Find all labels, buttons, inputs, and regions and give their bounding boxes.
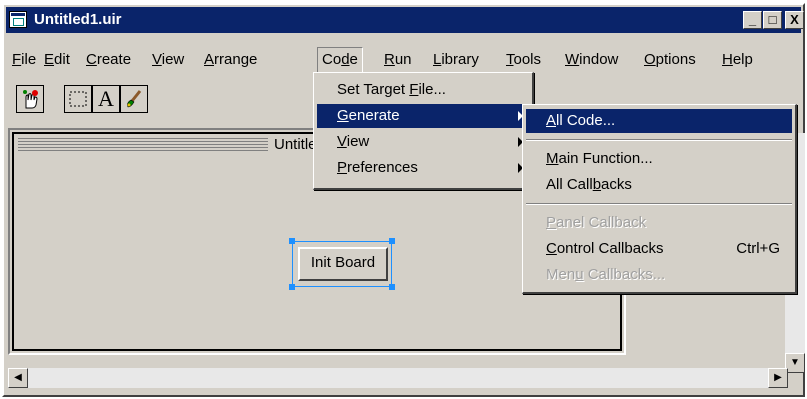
maximize-button[interactable]: □ (763, 11, 782, 29)
selection-handle[interactable] (389, 284, 395, 290)
menu-help[interactable]: Help (718, 47, 757, 73)
scroll-left-icon[interactable]: ◀ (8, 368, 28, 388)
code-menu-dropdown: Set Target File... Generate View Prefere… (313, 72, 534, 190)
menu-item-menu-callbacks: Menu Callbacks... (546, 266, 666, 283)
close-button[interactable]: X (785, 11, 804, 29)
menu-edit[interactable]: Edit (40, 47, 74, 73)
menu-run[interactable]: Run (380, 47, 416, 73)
menu-item-view[interactable]: View (317, 130, 529, 154)
init-board-button[interactable]: Init Board (298, 247, 388, 281)
menu-code[interactable]: Code (317, 47, 363, 73)
menu-separator (526, 203, 792, 205)
selection-handle[interactable] (289, 284, 295, 290)
selection-handle[interactable] (389, 238, 395, 244)
select-tool-icon[interactable] (64, 85, 92, 113)
menu-arrange[interactable]: Arrange (200, 47, 261, 73)
selection-handle[interactable] (289, 238, 295, 244)
horizontal-scrollbar[interactable]: ◀ ▶ (8, 368, 788, 388)
menu-view[interactable]: View (148, 47, 188, 73)
menu-options[interactable]: Options (640, 47, 700, 73)
operate-tool-icon[interactable] (16, 85, 44, 113)
menu-item-all-code[interactable]: All Code... (526, 109, 792, 133)
scroll-down-icon[interactable]: ▼ (785, 353, 805, 373)
menu-separator (526, 139, 792, 141)
menu-item-panel-callback: Panel Callback (546, 214, 647, 231)
shortcut-label: Ctrl+G (736, 240, 780, 257)
menu-item-main-function[interactable]: Main Function... (526, 147, 792, 171)
menu-item-all-callbacks[interactable]: All Callbacks (526, 173, 792, 197)
menu-window[interactable]: Window (561, 47, 622, 73)
minimize-button[interactable]: _ (743, 11, 762, 29)
color-tool-icon[interactable] (120, 85, 148, 113)
menu-file[interactable]: File (8, 47, 40, 73)
menu-item-preferences[interactable]: Preferences (317, 156, 529, 180)
app-icon (9, 11, 27, 28)
menu-item-set-target-file[interactable]: Set Target File... (317, 78, 529, 102)
text-tool-icon[interactable]: A (92, 85, 120, 113)
window-title: Untitled1.uir (34, 11, 122, 28)
scroll-right-icon[interactable]: ▶ (768, 368, 788, 388)
title-bar[interactable]: Untitled1.uir _ □ X (6, 7, 804, 33)
menu-item-generate[interactable]: Generate (317, 104, 529, 128)
menu-tools[interactable]: Tools (502, 47, 545, 73)
generate-submenu: All Code... Main Function... All Callbac… (522, 104, 797, 294)
menu-bar: File Edit Create View Arrange Code Run L… (6, 47, 801, 73)
menu-item-control-callbacks[interactable]: Control Callbacks Ctrl+G (526, 237, 792, 261)
menu-library[interactable]: Library (429, 47, 483, 73)
menu-create[interactable]: Create (82, 47, 135, 73)
